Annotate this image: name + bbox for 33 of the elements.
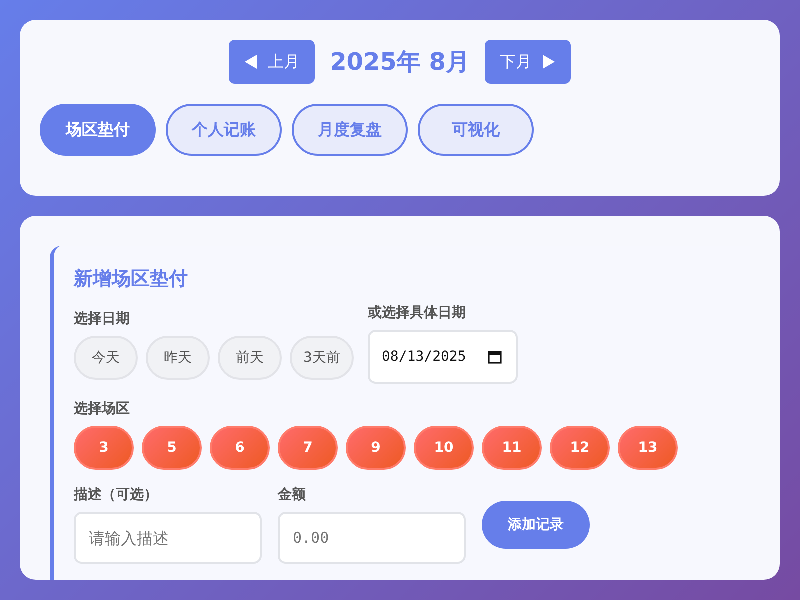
amount-label: 金额 [278, 486, 306, 504]
venue-button[interactable]: 13 [618, 426, 678, 470]
quick-date-button[interactable]: 今天 [74, 336, 138, 380]
venue-button[interactable]: 11 [482, 426, 542, 470]
specific-date-label: 或选择具体日期 [368, 304, 466, 322]
month-title: 2025年 8月 [330, 47, 470, 78]
calendar-icon [488, 350, 502, 364]
venue-button[interactable]: 6 [210, 426, 270, 470]
venue-button[interactable]: 9 [346, 426, 406, 470]
venue-button[interactable]: 5 [142, 426, 202, 470]
quick-date-button[interactable]: 前天 [218, 336, 282, 380]
tab[interactable]: 可视化 [418, 104, 534, 156]
form-title: 新增场区垫付 [74, 267, 189, 292]
tab[interactable]: 月度复盘 [292, 104, 408, 156]
venue-button[interactable]: 3 [74, 426, 134, 470]
tab[interactable]: 场区垫付 [40, 104, 156, 156]
previous-month-button[interactable]: 上月 [229, 40, 316, 84]
right-triangle-icon [542, 54, 556, 70]
description-label: 描述（可选） [74, 486, 158, 504]
venue-button[interactable]: 12 [550, 426, 610, 470]
left-triangle-icon [244, 54, 258, 70]
amount-input[interactable]: 0.00 [278, 512, 466, 564]
tab[interactable]: 个人记账 [166, 104, 282, 156]
add-record-button[interactable]: 添加记录 [482, 501, 590, 549]
date-input-field[interactable]: 08/13/2025 [368, 330, 518, 384]
description-input[interactable]: 请输入描述 [74, 512, 262, 564]
quick-date-button[interactable]: 昨天 [146, 336, 210, 380]
next-month-button[interactable]: 下月 [484, 40, 571, 84]
quick-date-button[interactable]: 3天前 [290, 336, 354, 380]
date-label: 选择日期 [74, 310, 130, 328]
venue-label: 选择场区 [74, 400, 130, 418]
venue-button[interactable]: 7 [278, 426, 338, 470]
venue-button[interactable]: 10 [414, 426, 474, 470]
